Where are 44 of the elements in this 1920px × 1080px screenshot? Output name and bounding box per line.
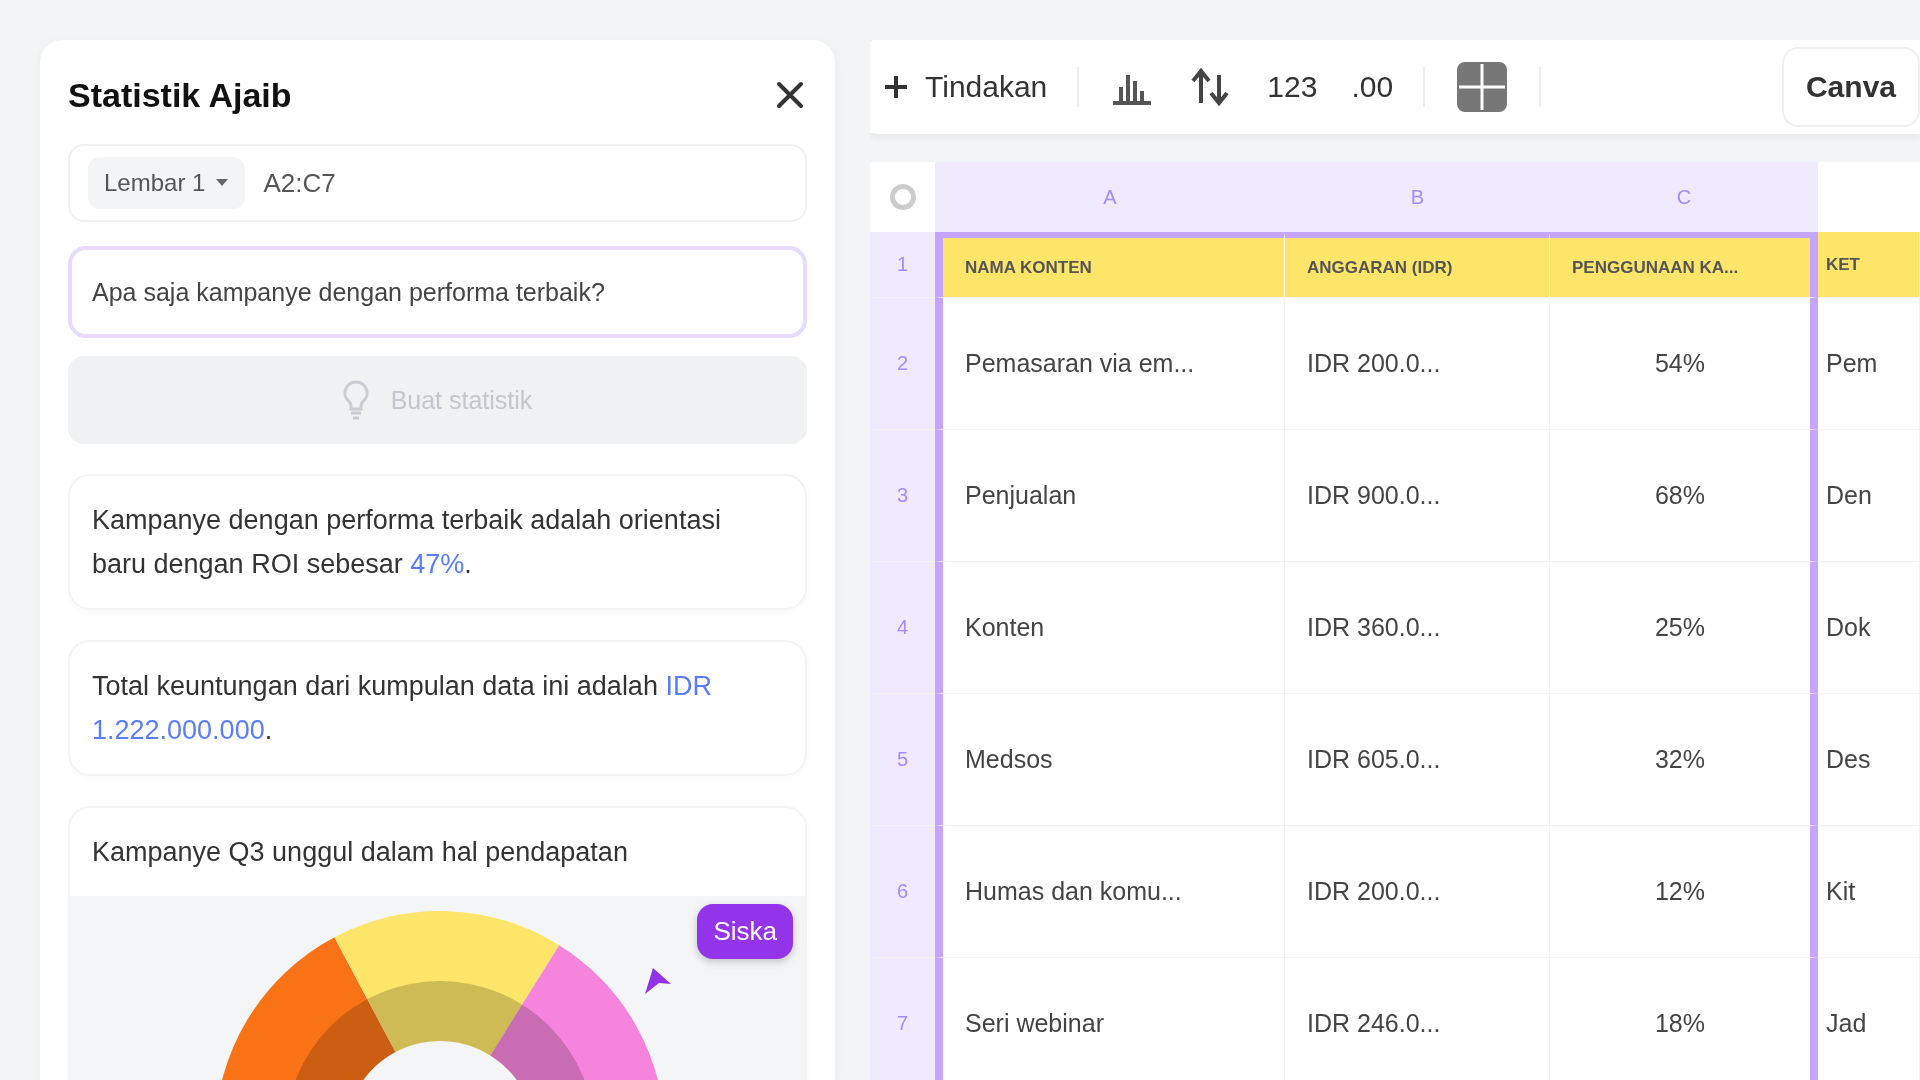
- insight-text: Total keuntungan dari kumpulan data ini adalah IDR 1.222.000.000.: [92, 670, 713, 747]
- insight-text: Kampanye Q3 unggul dalam hal pendapatan: [91, 836, 629, 869]
- table-cell[interactable]: Medsos: [935, 694, 1285, 826]
- lightbulb-icon: [342, 380, 369, 420]
- table-cell[interactable]: Penjualan: [935, 430, 1285, 562]
- sheet-dropdown[interactable]: Lembar 1: [88, 157, 246, 209]
- actions-button[interactable]: Tindakan: [879, 66, 1052, 108]
- number-format-button[interactable]: 123: [1263, 66, 1322, 108]
- table-cell[interactable]: Pemasaran via em...: [935, 298, 1285, 430]
- user-cursor-tag: Siska: [697, 904, 793, 959]
- table-cell[interactable]: IDR 246.0...: [1285, 958, 1550, 1080]
- column-title-cell[interactable]: NAMA KONTEN: [935, 232, 1285, 298]
- column-title-cell[interactable]: ANGGARAN (IDR): [1285, 232, 1550, 298]
- table-cell[interactable]: 54%: [1550, 298, 1818, 430]
- table-cell[interactable]: Dok: [1818, 562, 1920, 694]
- table-cell[interactable]: 68%: [1550, 430, 1818, 562]
- question-field[interactable]: Apa saja kampanye dengan performa terbaik?: [68, 246, 807, 338]
- table-cell[interactable]: Humas dan komu...: [935, 826, 1285, 958]
- plus-icon: [883, 74, 909, 100]
- table-cell[interactable]: IDR 900.0...: [1285, 430, 1550, 562]
- table-cell[interactable]: 32%: [1550, 694, 1818, 826]
- table-cell[interactable]: 12%: [1550, 826, 1818, 958]
- caret-icon: [215, 178, 230, 188]
- column-title-cell[interactable]: KET: [1818, 232, 1920, 298]
- insight-text: Kampanye dengan performa terbaik adalah orientasi baru dengan ROI sebesar 47%.: [92, 504, 722, 581]
- table-cell[interactable]: Den: [1818, 430, 1920, 562]
- table-cell[interactable]: Pem: [1818, 298, 1920, 430]
- table-cell[interactable]: Konten: [935, 562, 1285, 694]
- table-cell[interactable]: Des: [1818, 694, 1920, 826]
- table-cell[interactable]: IDR 200.0...: [1285, 826, 1550, 958]
- range-field[interactable]: Lembar 1 A2:C7: [68, 144, 807, 222]
- range-value: A2:C7: [263, 167, 336, 199]
- canva-button[interactable]: Canva: [1781, 47, 1920, 127]
- decimal-format-button[interactable]: .00: [1347, 66, 1398, 108]
- table-cell[interactable]: Kit: [1818, 826, 1920, 958]
- table-cell[interactable]: 25%: [1550, 562, 1818, 694]
- panel-title: Statistik Ajaib: [68, 75, 292, 115]
- table-cell[interactable]: Jad: [1818, 958, 1920, 1080]
- table-cell[interactable]: IDR 360.0...: [1285, 562, 1550, 694]
- column-title-cell[interactable]: PENGGUNAAN KA...: [1550, 232, 1818, 298]
- table-cell[interactable]: Seri webinar: [935, 958, 1285, 1080]
- table-cell[interactable]: IDR 605.0...: [1285, 694, 1550, 826]
- table-cell[interactable]: IDR 200.0...: [1285, 298, 1550, 430]
- table-cell[interactable]: 18%: [1550, 958, 1818, 1080]
